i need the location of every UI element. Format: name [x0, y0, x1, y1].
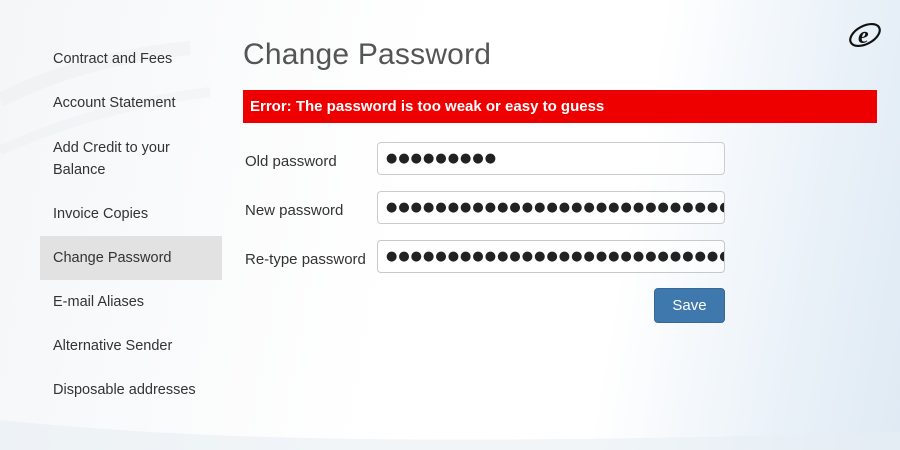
sidebar-item-add-credit[interactable]: Add Credit to your Balance — [40, 125, 222, 192]
new-password-row: New password ●●●●●●●●●●●●●●●●●●●●●●●●●●●… — [245, 191, 725, 225]
sidebar-item-alternative-sender[interactable]: Alternative Sender — [40, 324, 222, 368]
retype-password-input[interactable]: ●●●●●●●●●●●●●●●●●●●●●●●●●●●●●● — [377, 240, 725, 273]
old-password-input[interactable]: ●●●●●●●●● — [377, 142, 725, 175]
brand-logo-icon: e — [849, 22, 881, 49]
page-title: Change Password — [243, 38, 492, 71]
error-message: Error: The password is too weak or easy … — [243, 90, 877, 123]
sidebar-item-invoice-copies[interactable]: Invoice Copies — [40, 192, 222, 236]
retype-password-row: Re-type password ●●●●●●●●●●●●●●●●●●●●●●●… — [245, 240, 725, 274]
sidebar-item-disposable-addresses[interactable]: Disposable addresses — [40, 368, 222, 412]
sidebar-item-change-password[interactable]: Change Password — [40, 236, 222, 280]
sidebar-item-contract-and-fees[interactable]: Contract and Fees — [40, 37, 222, 81]
account-sidebar: Contract and Fees Account Statement Add … — [40, 37, 222, 412]
sidebar-item-account-statement[interactable]: Account Statement — [40, 81, 222, 125]
new-password-label: New password — [245, 202, 344, 219]
retype-password-label: Re-type password — [245, 251, 366, 268]
old-password-label: Old password — [245, 153, 337, 170]
sidebar-item-email-aliases[interactable]: E-mail Aliases — [40, 280, 222, 324]
save-button[interactable]: Save — [654, 288, 725, 323]
retype-password-value: ●●●●●●●●●●●●●●●●●●●●●●●●●●●●●● — [386, 249, 725, 264]
old-password-row: Old password ●●●●●●●●● — [245, 142, 725, 176]
new-password-input[interactable]: ●●●●●●●●●●●●●●●●●●●●●●●●●●●●●● — [377, 191, 725, 224]
logo-letter: e — [858, 23, 869, 49]
